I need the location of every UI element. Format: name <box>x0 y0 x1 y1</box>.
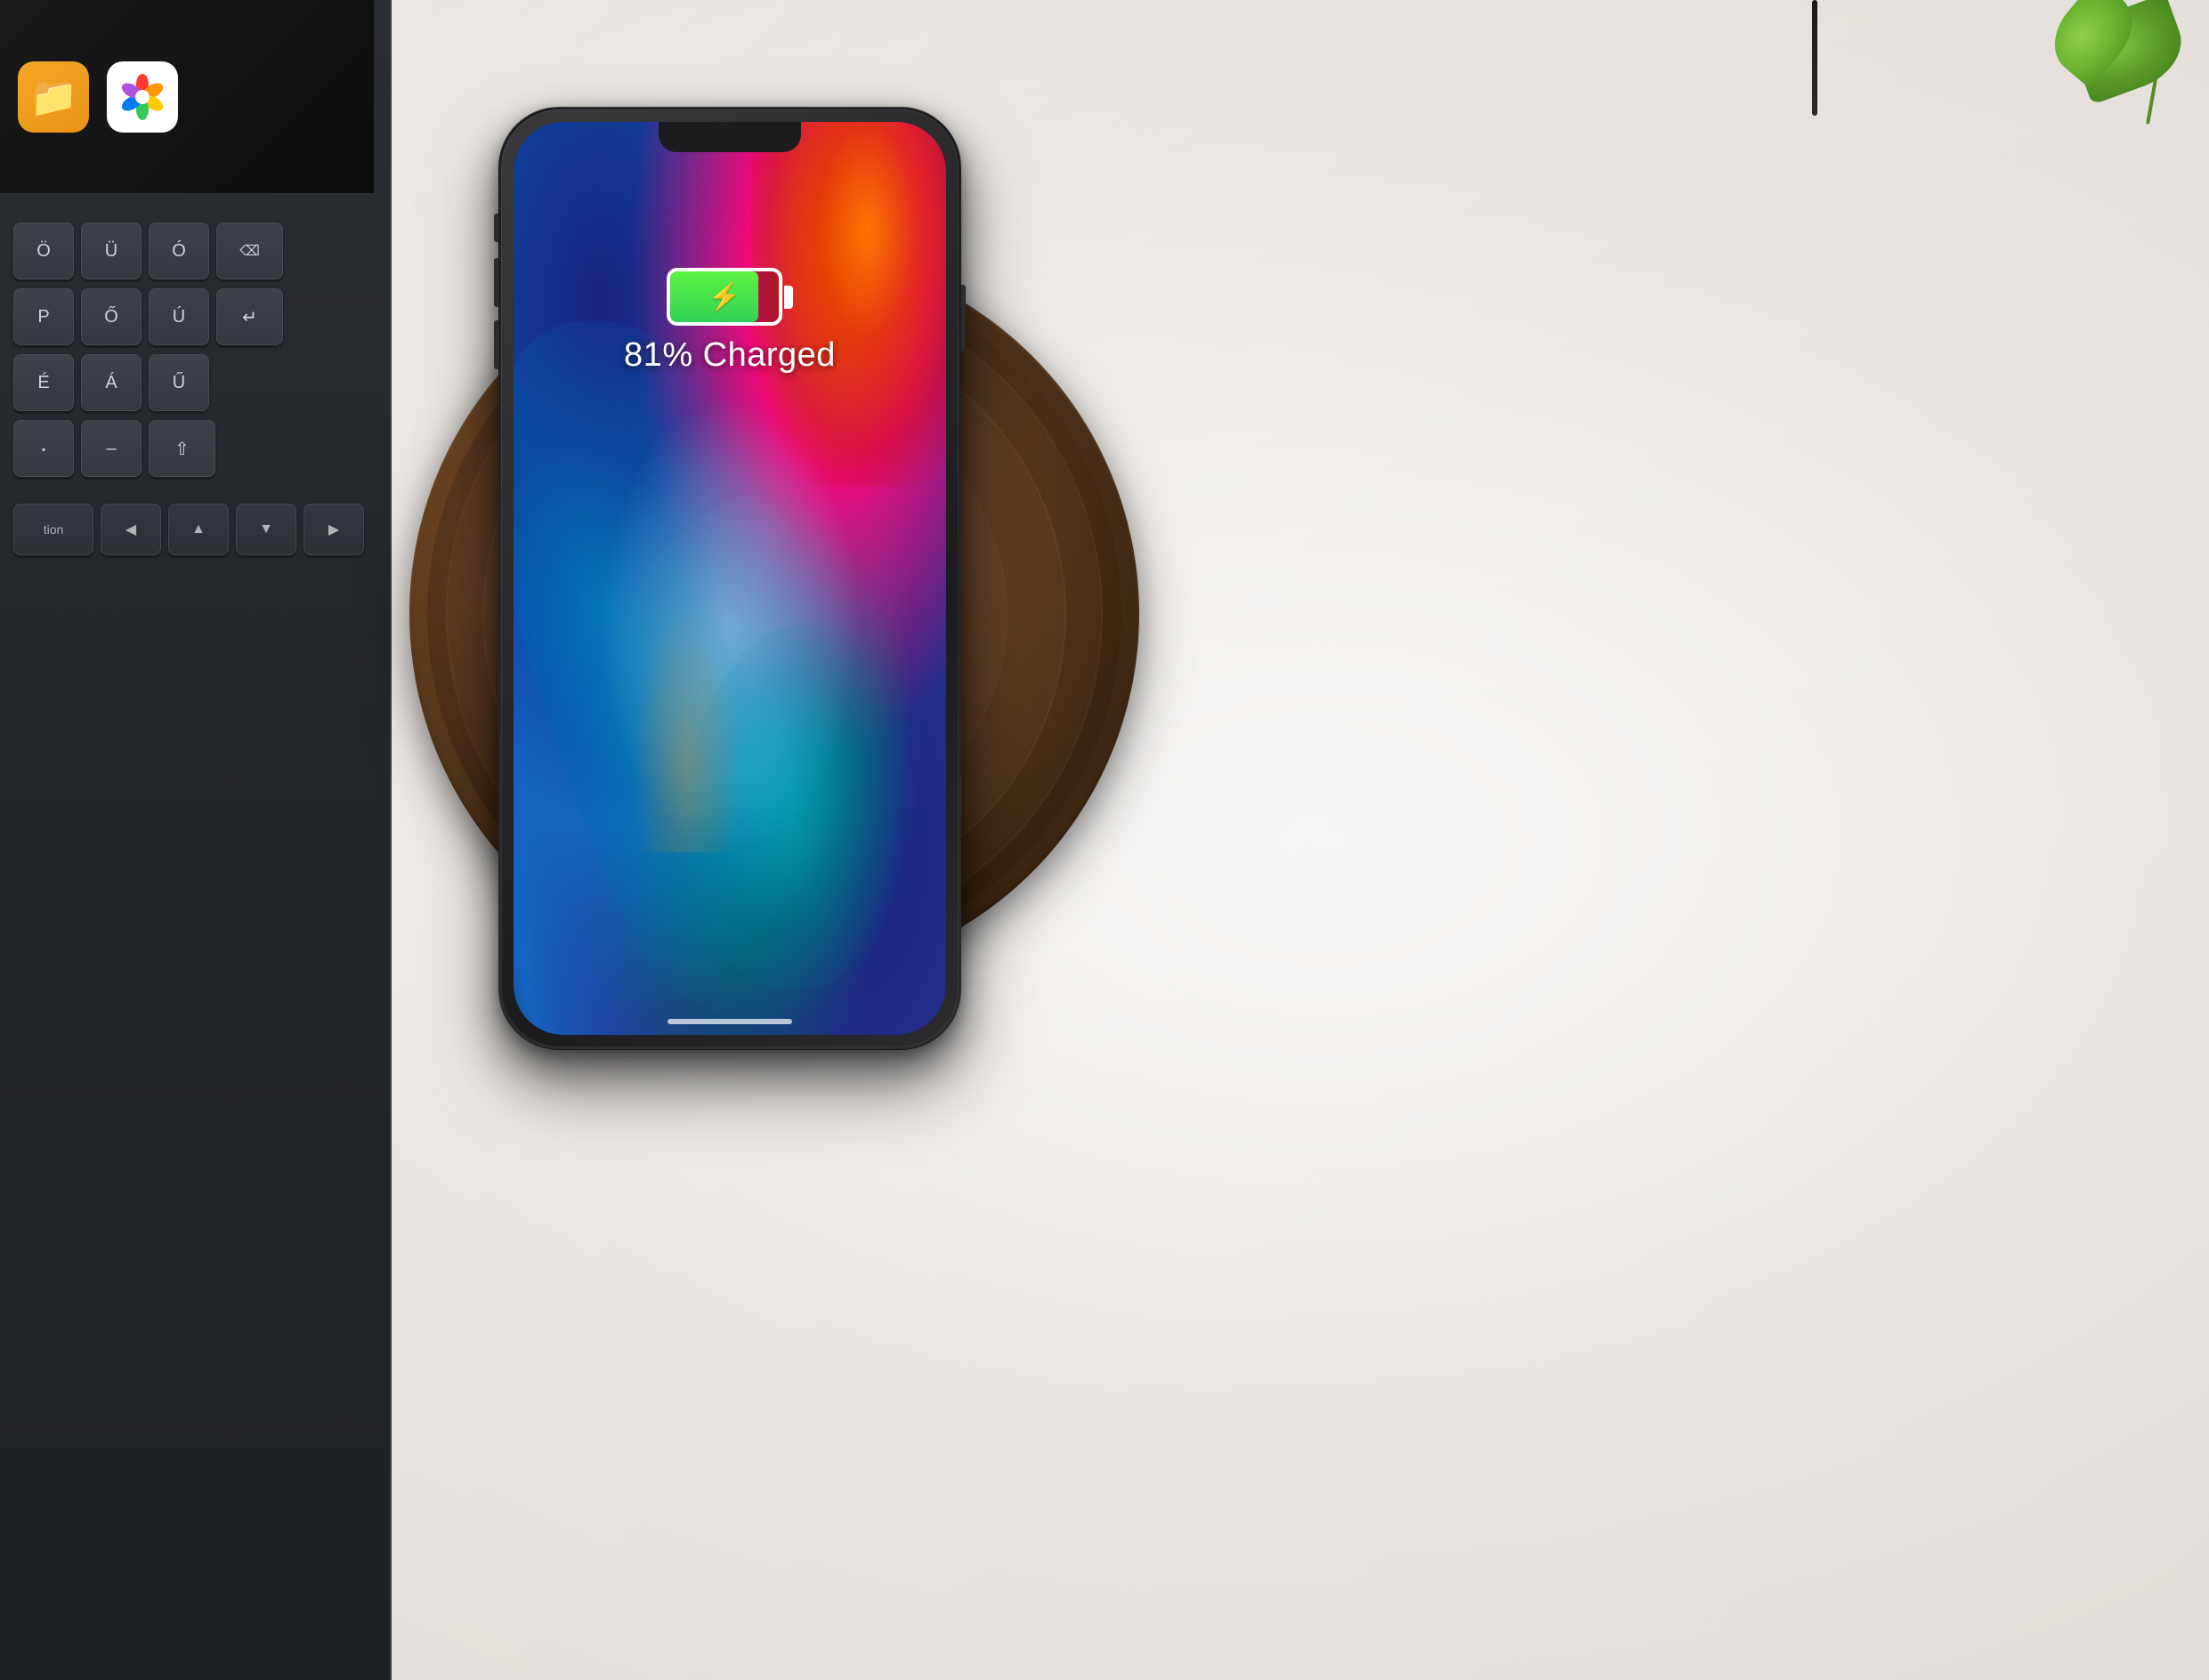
keyboard-row-3: É Á Ű <box>13 354 369 411</box>
iphone-body: ⚡ 81% Charged <box>498 107 961 1050</box>
key-arrow-right[interactable]: ▶ <box>303 504 364 555</box>
key-e-acute[interactable]: É <box>13 354 74 411</box>
battery-percent-text: 81% Charged <box>624 336 836 375</box>
key-arrow-left[interactable]: ◀ <box>101 504 161 555</box>
key-colon[interactable]: · <box>13 420 74 477</box>
keyboard-row-5: tion ◀ ▲ ▼ ▶ <box>13 504 369 555</box>
battery-icon-container: ⚡ <box>667 268 793 326</box>
iphone-frame: ⚡ 81% Charged <box>501 109 959 1047</box>
battery-body: ⚡ <box>667 268 782 326</box>
photos-icon-svg <box>117 72 167 122</box>
iphone-container: ⚡ 81% Charged <box>498 107 961 1050</box>
key-return[interactable]: ↵ <box>216 288 283 345</box>
battery-indicator: ⚡ 81% Charged <box>624 268 836 375</box>
plant-container <box>2013 0 2209 160</box>
iphone-volume-down-button[interactable] <box>494 320 498 369</box>
iphone-screen[interactable]: ⚡ 81% Charged <box>514 122 946 1035</box>
key-dash[interactable]: – <box>81 420 142 477</box>
home-indicator[interactable] <box>668 1019 792 1024</box>
keyboard-row-2: P Ő Ú ↵ <box>13 288 369 345</box>
wallpaper-sparkle <box>622 578 752 852</box>
ipad-screen-content: 📁 <box>0 0 374 193</box>
keyboard-row-1: Ö Ü Ó ⌫ <box>13 222 369 279</box>
key-tion[interactable]: tion <box>13 504 93 555</box>
key-o-double-acute[interactable]: Ő <box>81 288 142 345</box>
key-arrow-up[interactable]: ▲ <box>168 504 229 555</box>
iphone-mute-switch[interactable] <box>494 214 498 242</box>
charging-cable <box>1812 0 1817 116</box>
iphone-volume-up-button[interactable] <box>494 258 498 307</box>
key-arrow-down[interactable]: ▼ <box>236 504 296 555</box>
key-u-umlaut[interactable]: Ü <box>81 222 142 279</box>
key-o-acute[interactable]: Ó <box>149 222 209 279</box>
key-p[interactable]: P <box>13 288 74 345</box>
keyboard-keys-area: Ö Ü Ó ⌫ P Ő Ú ↵ É Á Ű · – ⇧ tion ◀ ▲ <box>0 205 383 582</box>
iphone-notch <box>659 122 801 152</box>
ipad-screen: 📁 <box>0 0 374 196</box>
ipad-keyboard: 📁 Ö <box>0 0 392 1680</box>
key-u-acute[interactable]: Ú <box>149 288 209 345</box>
key-a-acute[interactable]: Á <box>81 354 142 411</box>
files-app-icon[interactable]: 📁 <box>18 61 89 133</box>
key-u-double-acute[interactable]: Ű <box>149 354 209 411</box>
key-o-umlaut[interactable]: Ö <box>13 222 74 279</box>
iphone-power-button[interactable] <box>961 285 966 351</box>
battery-tip <box>784 286 793 309</box>
battery-bolt-icon: ⚡ <box>708 281 740 312</box>
key-backspace[interactable]: ⌫ <box>216 222 283 279</box>
key-shift[interactable]: ⇧ <box>149 420 215 477</box>
photos-app-icon[interactable] <box>107 61 178 133</box>
keyboard-row-4: · – ⇧ <box>13 420 369 477</box>
